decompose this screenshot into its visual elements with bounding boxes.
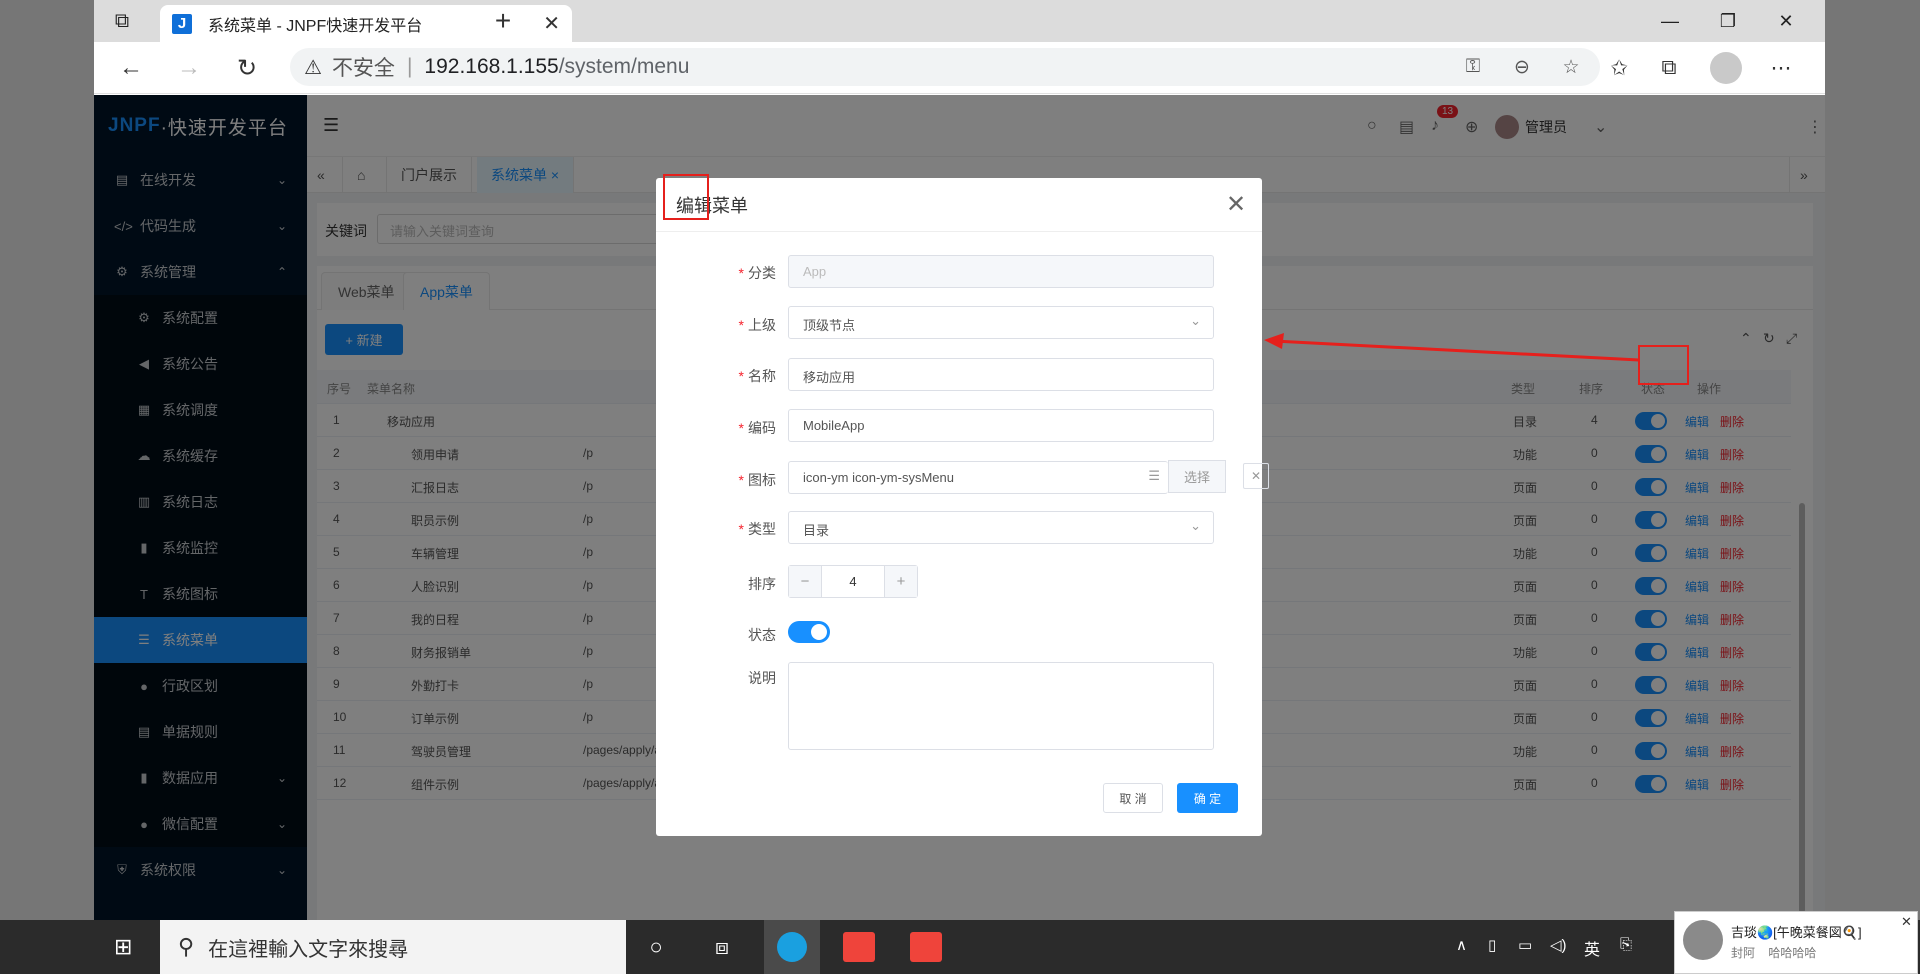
annotation-arrow [1264, 333, 1640, 362]
cortana-icon[interactable]: ○ [638, 932, 674, 962]
volume-icon[interactable]: ◁) [1550, 936, 1567, 954]
search-icon: ⚲ [178, 934, 195, 959]
taskbar-search-placeholder: 在這裡輸入文字來搜尋 [208, 938, 409, 961]
desktop-background-left [0, 0, 94, 920]
address-toolbar: ← → ↻ ⚠ 不安全 | 192.168.1.155 /system/menu… [94, 42, 1825, 94]
new-tab-icon[interactable]: + [488, 5, 518, 36]
add-favorite-icon[interactable]: ☆ [1558, 56, 1584, 78]
close-window-icon[interactable]: ✕ [1757, 4, 1815, 38]
insecure-label: 不安全 [331, 57, 395, 80]
separator: | [406, 55, 413, 78]
tab-strip: ⧉ J 系统菜单 - JNPF快速开发平台 ✕ + — ❐ ✕ [94, 0, 1825, 42]
notification-title: 吉琰🌏[午晚菜餐図🍳] [1731, 925, 1862, 940]
zoom-out-icon[interactable]: ⊖ [1509, 56, 1535, 78]
tab-actions-icon[interactable]: ⧉ [108, 8, 136, 34]
browser-window: ⧉ J 系统菜单 - JNPF快速开发平台 ✕ + — ❐ ✕ ← → ↻ ⚠ … [94, 0, 1825, 920]
ime-indicator[interactable]: 英 [1584, 936, 1600, 960]
warning-icon[interactable]: ⚠ [304, 55, 322, 80]
close-tab-icon[interactable]: ✕ [543, 11, 560, 36]
close-icon[interactable]: ✕ [1901, 914, 1912, 930]
forward-icon[interactable]: → [172, 52, 206, 84]
url-host: 192.168.1.155 [424, 55, 559, 78]
desktop-background-right [1825, 0, 1920, 920]
network-icon[interactable]: ▭ [1518, 936, 1532, 954]
more-icon[interactable]: ⋯ [1766, 54, 1796, 82]
favorites-icon[interactable]: ✩ [1604, 54, 1634, 82]
url-path: /system/menu [558, 55, 690, 78]
minimize-icon[interactable]: — [1641, 4, 1699, 38]
refresh-icon[interactable]: ↻ [230, 52, 264, 84]
anydesk-app-icon[interactable] [831, 920, 887, 974]
back-icon[interactable]: ← [114, 52, 148, 84]
edge-app-icon[interactable] [764, 920, 820, 974]
taskbar-search[interactable]: ⚲ 在這裡輸入文字來搜尋 [160, 920, 626, 974]
anydesk-app-icon-2[interactable] [898, 920, 954, 974]
clipboard-icon[interactable]: ⎘ [1620, 936, 1632, 953]
restore-icon[interactable]: ❐ [1699, 4, 1757, 38]
tray-expand-icon[interactable]: ∧ [1456, 936, 1467, 954]
profile-avatar[interactable] [1710, 52, 1742, 84]
windows-taskbar: ⊞ ⚲ 在這裡輸入文字來搜尋 ○ ⧈ ∧ ▯ ▭ ◁) 英 ⎘ [0, 920, 1920, 974]
chat-notification[interactable]: 吉琰🌏[午晚菜餐図🍳] 封阿 哈哈哈哈 ✕ [1674, 911, 1918, 974]
collections-icon[interactable]: ⧉ [1654, 54, 1684, 82]
tray-device-icon[interactable]: ▯ [1488, 936, 1496, 954]
favicon-icon: J [172, 13, 192, 34]
task-view-icon[interactable]: ⧈ [704, 932, 740, 962]
notification-message: 封阿 哈哈哈哈 [1731, 946, 1817, 960]
address-bar[interactable]: ⚠ 不安全 | 192.168.1.155 /system/menu ⚿ ⊖ ☆ [290, 48, 1600, 86]
windows-start-icon[interactable]: ⊞ [114, 934, 132, 960]
app-root: JNPF ·快速开发平台 ▤在线开发⌄</>代码生成⌄⚙系统管理⌃⚙系统配置◀系… [94, 95, 1825, 920]
notification-avatar [1683, 920, 1723, 960]
key-icon[interactable]: ⚿ [1460, 56, 1486, 78]
